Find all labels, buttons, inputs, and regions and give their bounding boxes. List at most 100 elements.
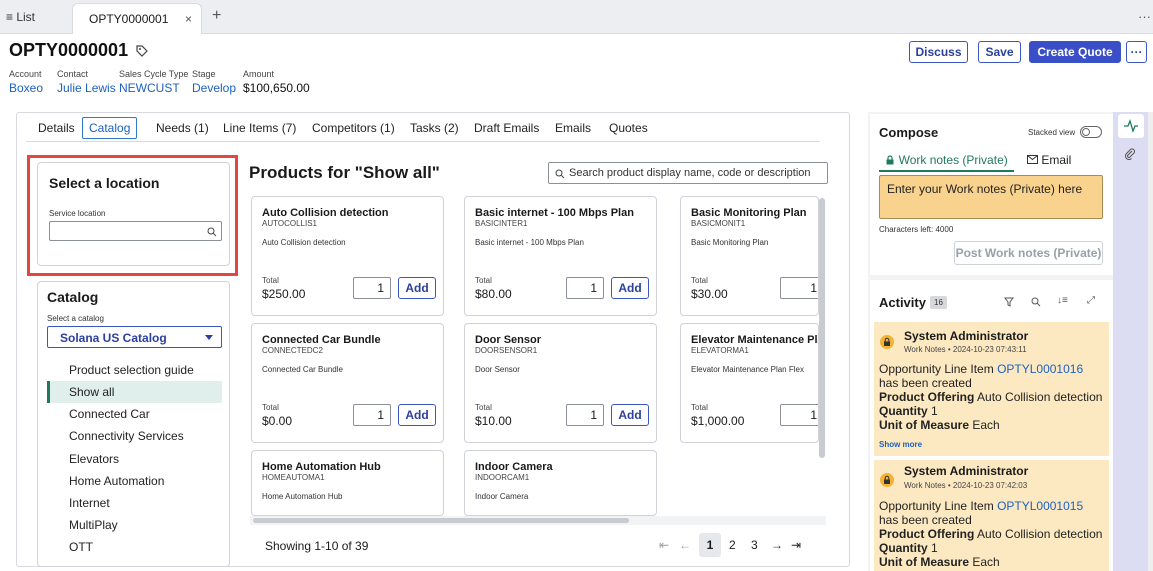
line-item-link[interactable]: OPTYL0001016: [997, 362, 1083, 376]
discuss-button[interactable]: Discuss: [909, 41, 968, 63]
product-card[interactable]: Auto Collision detection AUTOCOLLIS1 Aut…: [251, 196, 444, 316]
close-tab-icon[interactable]: ×: [185, 12, 192, 26]
catalog-item-connectivity-services[interactable]: Connectivity Services: [47, 425, 222, 447]
catalog-select-label: Select a catalog: [47, 314, 104, 323]
tab-tasks[interactable]: Tasks (2): [410, 121, 459, 135]
product-card[interactable]: Indoor Camera INDOORCAM1 Indoor Camera: [464, 450, 657, 516]
compose-title: Compose: [879, 125, 939, 140]
catalog-item-internet[interactable]: Internet: [47, 492, 222, 514]
quantity-input[interactable]: 1: [353, 404, 391, 426]
paperclip-icon[interactable]: [1124, 148, 1136, 160]
contact-link[interactable]: Julie Lewis: [57, 81, 116, 95]
tag-icon[interactable]: [135, 44, 149, 58]
quantity-input[interactable]: 1: [780, 277, 818, 299]
work-notes-textarea[interactable]: Enter your Work notes (Private) here: [879, 175, 1103, 219]
activity-text: Opportunity Line Item OPTYL0001015 has b…: [879, 499, 1104, 569]
tab-email[interactable]: Email: [1027, 153, 1071, 167]
filter-icon[interactable]: [1004, 297, 1014, 307]
catalog-item-show-all[interactable]: Show all: [47, 381, 222, 403]
list-tab[interactable]: ≡ List: [6, 10, 35, 24]
save-button[interactable]: Save: [978, 41, 1021, 63]
page-2-button[interactable]: 2: [729, 538, 736, 552]
add-button[interactable]: Add: [611, 404, 649, 426]
more-icon[interactable]: ···: [1138, 9, 1151, 24]
last-page-icon[interactable]: ⇥: [791, 538, 801, 552]
stacked-view-toggle[interactable]: [1080, 126, 1102, 138]
product-description: Indoor Camera: [475, 492, 529, 501]
product-card[interactable]: Connected Car Bundle CONNECTEDC2 Connect…: [251, 323, 444, 443]
search-icon[interactable]: [1031, 297, 1041, 307]
add-button[interactable]: Add: [398, 277, 436, 299]
create-quote-button[interactable]: Create Quote: [1029, 41, 1121, 63]
catalog-select-value: Solana US Catalog: [60, 331, 167, 345]
sort-icon[interactable]: ↓≡: [1057, 295, 1068, 306]
quantity-input[interactable]: 1: [780, 404, 818, 426]
line-item-link[interactable]: OPTYL0001015: [997, 499, 1083, 513]
catalog-item-connected-car[interactable]: Connected Car: [47, 403, 222, 425]
product-description: Elevator Maintenance Plan Flex: [691, 365, 804, 374]
product-card[interactable]: Door Sensor DOORSENSOR1 Door Sensor Tota…: [464, 323, 657, 443]
product-card[interactable]: Home Automation Hub HOMEAUTOMA1 Home Aut…: [251, 450, 444, 516]
add-button[interactable]: Add: [398, 404, 436, 426]
catalog-item-ott[interactable]: OTT: [47, 536, 222, 558]
product-search-input[interactable]: Search product display name, code or des…: [548, 162, 828, 184]
tab-work-notes[interactable]: Work notes (Private): [879, 153, 1014, 167]
record-tab-label: OPTY0000001: [89, 12, 169, 26]
quantity-input[interactable]: 1: [566, 277, 604, 299]
window-edge: [1148, 112, 1153, 571]
quantity-value: 1: [927, 541, 938, 555]
product-name: Basic internet - 100 Mbps Plan: [475, 207, 634, 219]
account-link[interactable]: Boxeo: [9, 81, 43, 95]
quantity-input[interactable]: 1: [353, 277, 391, 299]
catalog-item-home-automation[interactable]: Home Automation: [47, 470, 222, 492]
product-card[interactable]: Basic internet - 100 Mbps Plan BASICINTE…: [464, 196, 657, 316]
product-card[interactable]: Basic Monitoring Plan BASICMONIT1 Basic …: [680, 196, 819, 316]
prev-page-icon[interactable]: ←: [679, 538, 691, 552]
total-label: Total: [691, 403, 708, 412]
record-tab[interactable]: OPTY0000001 ×: [72, 3, 202, 34]
page-1-button[interactable]: 1: [699, 533, 721, 557]
vertical-scroll-thumb[interactable]: [819, 198, 825, 458]
tab-details[interactable]: Details: [38, 121, 75, 135]
quantity-input[interactable]: 1: [566, 404, 604, 426]
more-actions-button[interactable]: ···: [1126, 41, 1147, 63]
horizontal-scroll-thumb[interactable]: [253, 518, 629, 523]
catalog-item-product-selection-guide[interactable]: Product selection guide: [47, 359, 222, 381]
search-icon[interactable]: [207, 227, 217, 237]
stage-label: Stage: [192, 69, 216, 79]
first-page-icon[interactable]: ⇤: [659, 538, 669, 552]
tab-catalog[interactable]: Catalog: [82, 117, 138, 139]
catalog-title: Catalog: [47, 289, 99, 305]
product-card[interactable]: Elevator Maintenance Plan ELEVATORMA1 El…: [680, 323, 819, 443]
activity-text: Opportunity Line Item OPTYL0001016 has b…: [879, 362, 1104, 432]
page-3-button[interactable]: 3: [751, 538, 758, 552]
new-tab-icon[interactable]: +: [212, 7, 221, 25]
product-code: BASICMONIT1: [691, 219, 746, 228]
total-label: Total: [475, 276, 492, 285]
product-description: Auto Collision detection: [262, 238, 346, 247]
product-description: Home Automation Hub: [262, 492, 343, 501]
tab-competitors[interactable]: Competitors (1): [312, 121, 395, 135]
tab-quotes[interactable]: Quotes: [609, 121, 648, 135]
post-work-notes-button[interactable]: Post Work notes (Private): [954, 241, 1103, 265]
activity-author: System Administrator: [904, 329, 1029, 343]
show-more-link[interactable]: Show more: [879, 440, 922, 449]
total-label: Total: [691, 276, 708, 285]
product-price: $80.00: [475, 287, 512, 301]
stage-link[interactable]: Develop: [192, 81, 236, 95]
tab-needs[interactable]: Needs (1): [156, 121, 209, 135]
product-price: $1,000.00: [691, 414, 745, 428]
catalog-item-elevators[interactable]: Elevators: [47, 448, 222, 470]
tab-line-items[interactable]: Line Items (7): [223, 121, 296, 135]
product-price: $250.00: [262, 287, 306, 301]
activity-pulse-button[interactable]: [1118, 114, 1144, 138]
catalog-item-multiplay[interactable]: MultiPlay: [47, 514, 222, 536]
service-location-input[interactable]: [49, 221, 222, 241]
add-button[interactable]: Add: [611, 277, 649, 299]
tab-emails[interactable]: Emails: [555, 121, 591, 135]
tab-draft-emails[interactable]: Draft Emails: [474, 121, 539, 135]
next-page-icon[interactable]: →: [771, 538, 783, 552]
catalog-select[interactable]: Solana US Catalog: [47, 326, 222, 348]
sales-cycle-link[interactable]: NEWCUST: [119, 81, 180, 95]
expand-icon[interactable]: ⤢: [1087, 295, 1095, 306]
